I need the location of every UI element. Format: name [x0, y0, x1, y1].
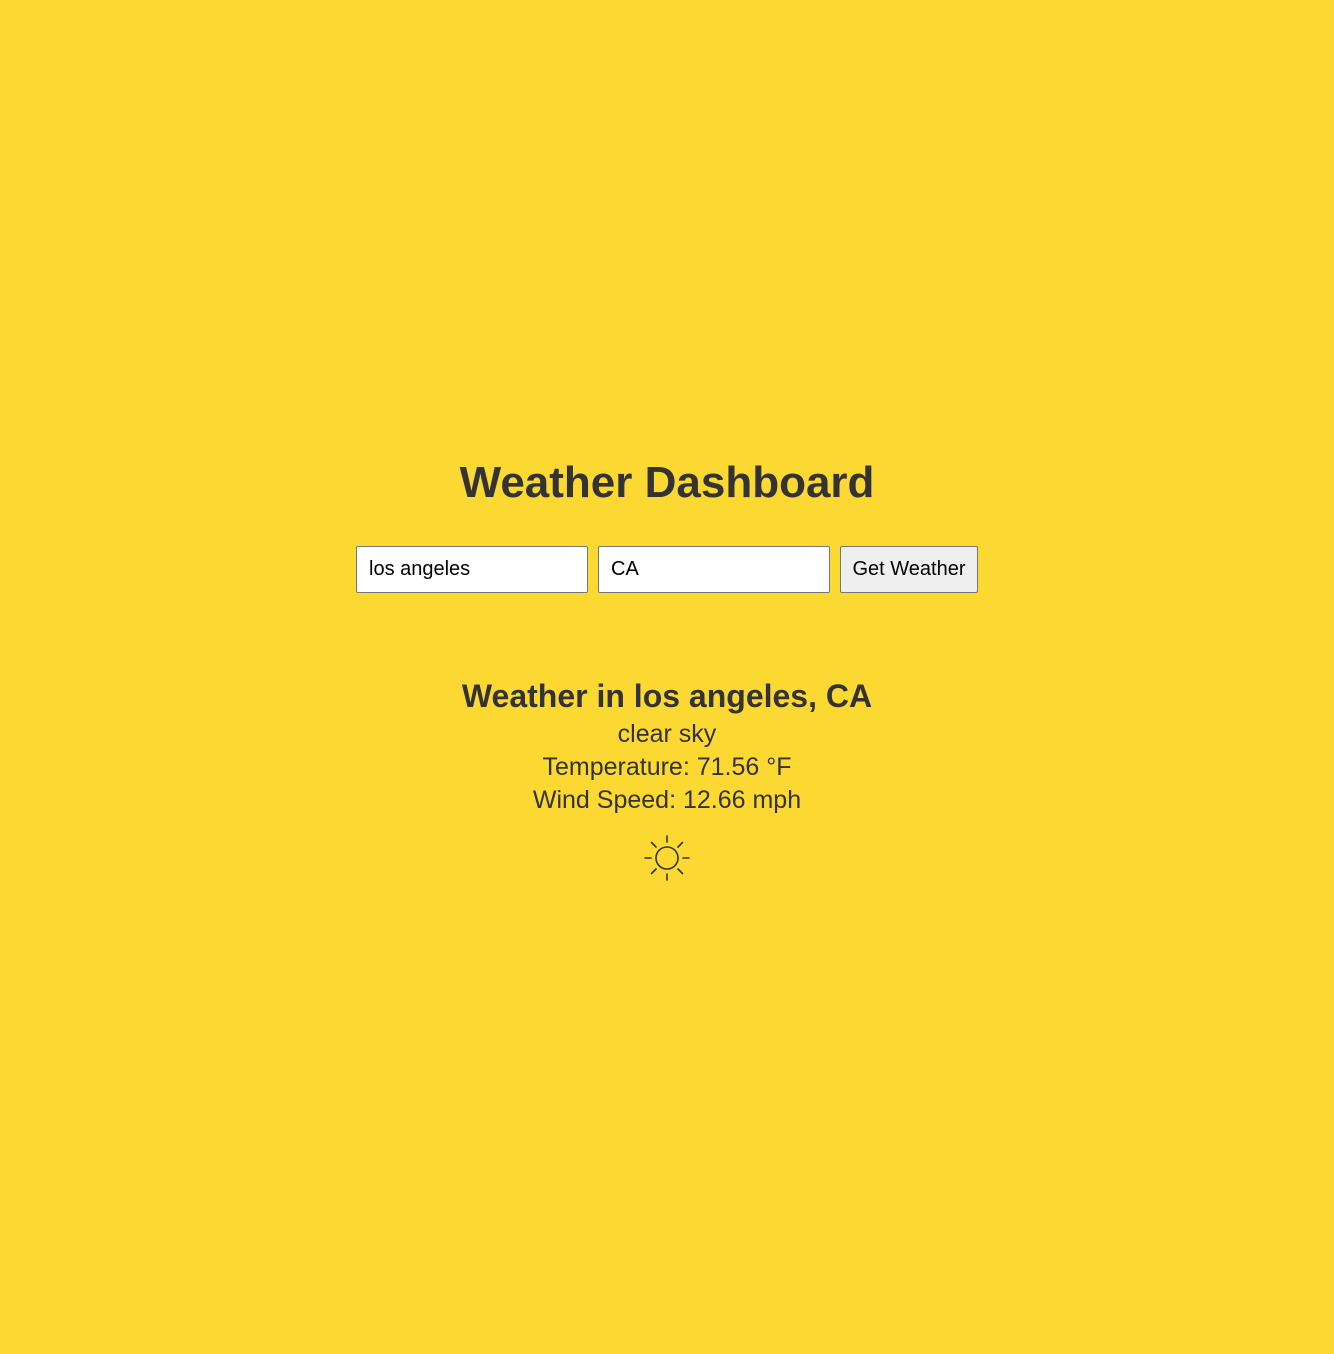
page: Weather Dashboard Get Weather Weather in… — [0, 0, 1334, 1354]
weather-result: Weather in los angeles, CA clear sky Tem… — [0, 677, 1334, 881]
get-weather-button[interactable]: Get Weather — [840, 546, 978, 593]
weather-dashboard: Weather Dashboard Get Weather Weather in… — [0, 456, 1334, 881]
weather-icon-container — [0, 835, 1334, 881]
city-input[interactable] — [356, 546, 588, 593]
result-heading: Weather in los angeles, CA — [461, 678, 873, 714]
temperature-text: Temperature: 71.56 °F — [542, 753, 792, 781]
sun-icon — [644, 835, 690, 881]
page-title: Weather Dashboard — [459, 458, 875, 507]
search-form: Get Weather — [0, 546, 1334, 593]
wind-speed-text: Wind Speed: 12.66 mph — [532, 786, 802, 814]
state-input[interactable] — [598, 546, 830, 593]
weather-description: clear sky — [617, 720, 717, 748]
